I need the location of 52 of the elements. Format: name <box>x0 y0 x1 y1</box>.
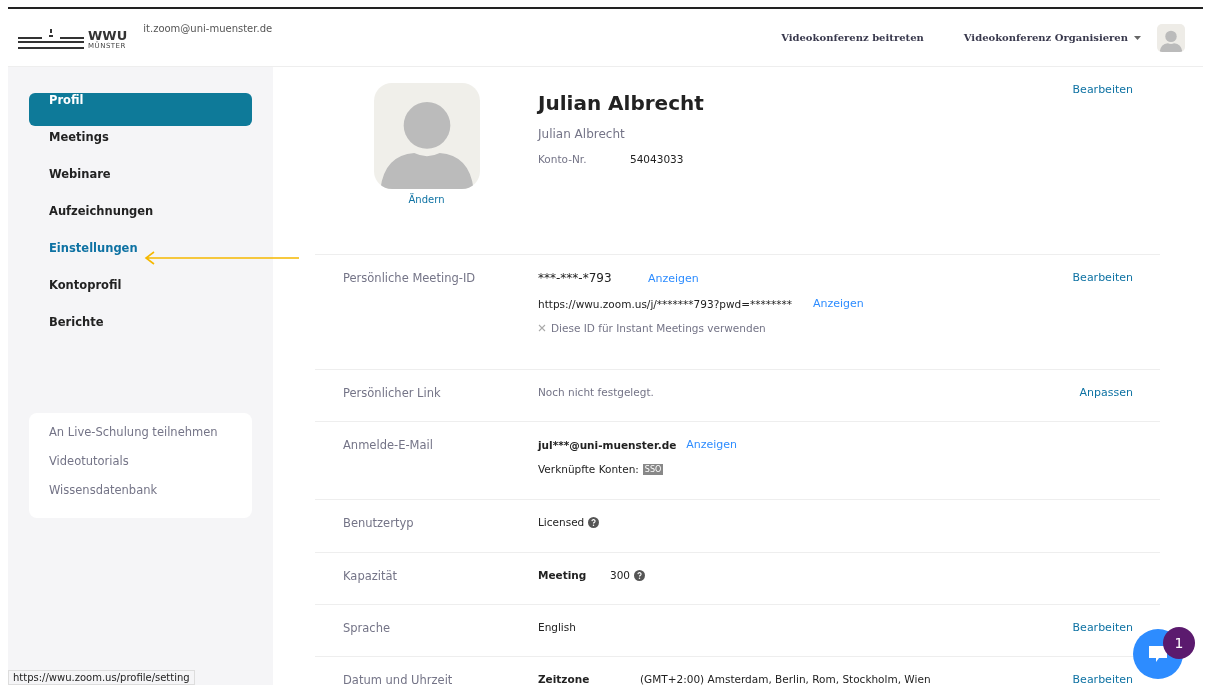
edit-link[interactable]: Bearbeiten <box>1072 621 1133 634</box>
capacity-name: Meeting <box>538 569 588 581</box>
sidebar-item[interactable]: Berichte <box>29 315 252 348</box>
help-link[interactable]: An Live-Schulung teilnehmen <box>49 425 252 439</box>
field-label: Persönlicher Link <box>343 386 442 402</box>
field-value: Noch nicht festgelegt. <box>538 386 655 398</box>
sidebar-item[interactable]: Aufzeichnungen <box>29 204 252 237</box>
help-link[interactable]: Wissensdatenbank <box>49 483 252 497</box>
sidebar-item[interactable]: Webinare <box>29 167 252 200</box>
linked-accounts-label: Verknüpfte Konten: <box>538 463 639 475</box>
user-name: Julian Albrecht <box>538 91 705 115</box>
field-label: Kapazität <box>343 569 399 585</box>
display-name: Julian Albrecht <box>538 127 626 141</box>
field-label: Anmelde-E-Mail <box>343 438 434 454</box>
header-link[interactable]: Videokonferenz beitreten <box>781 32 924 43</box>
edit-link[interactable]: Bearbeiten <box>1072 83 1133 96</box>
change-link[interactable]: Ändern <box>408 194 445 205</box>
notification-badge: 1 <box>1163 627 1195 659</box>
brand-name: WWU <box>88 27 128 43</box>
sso-tag: SSO <box>642 463 664 475</box>
help-icon[interactable] <box>634 569 646 581</box>
chat-icon <box>1148 645 1168 663</box>
edit-link[interactable]: Anpassen <box>1079 386 1133 399</box>
help-icon[interactable] <box>588 516 600 528</box>
sidebar-item[interactable]: Kontoprofil <box>29 278 252 311</box>
edit-link[interactable]: Bearbeiten <box>1072 673 1133 685</box>
show-link[interactable]: Anzeigen <box>813 297 864 310</box>
timezone-value: (GMT+2:00) Amsterdam, Berlin, Rom, Stockholm, Wien <box>640 673 931 685</box>
sidebar-item[interactable]: Meetings <box>29 130 252 163</box>
help-link[interactable]: Videotutorials <box>49 454 252 468</box>
field-label: Benutzertyp <box>343 516 415 532</box>
meeting-id: ***-***-*793 <box>538 271 613 285</box>
email-value: jul***@uni-muenster.de <box>538 438 677 451</box>
account-email: it.zoom@uni-muenster.de <box>143 23 273 34</box>
field-label: Sprache <box>343 621 392 637</box>
show-link[interactable]: Anzeigen <box>686 438 738 451</box>
field-label: Datum und Uhrzeit <box>343 673 454 685</box>
field-value: Licensed <box>538 516 585 528</box>
status-url: https://wwu.zoom.us/profile/setting <box>8 670 195 685</box>
field-label: Persönliche Meeting-ID <box>343 271 477 287</box>
option-label: Diese ID für Instant Meetings verwenden <box>551 322 766 334</box>
field-value: English <box>538 621 577 633</box>
show-link[interactable]: Anzeigen <box>648 271 699 285</box>
sidebar-item[interactable]: Einstellungen <box>29 241 252 274</box>
sidebar-item[interactable]: Profil <box>29 93 252 126</box>
account-number: 54043033 <box>630 153 684 165</box>
timezone-name: Zeitzone <box>538 673 591 685</box>
meeting-url: https://wwu.zoom.us/j/*******793?pwd=******** <box>538 297 793 310</box>
header-link[interactable]: Videokonferenz Organisieren <box>963 32 1141 43</box>
account-label: Konto-Nr. <box>538 153 588 165</box>
capacity-value: 300 <box>610 569 631 581</box>
edit-link[interactable]: Bearbeiten <box>1072 271 1133 284</box>
